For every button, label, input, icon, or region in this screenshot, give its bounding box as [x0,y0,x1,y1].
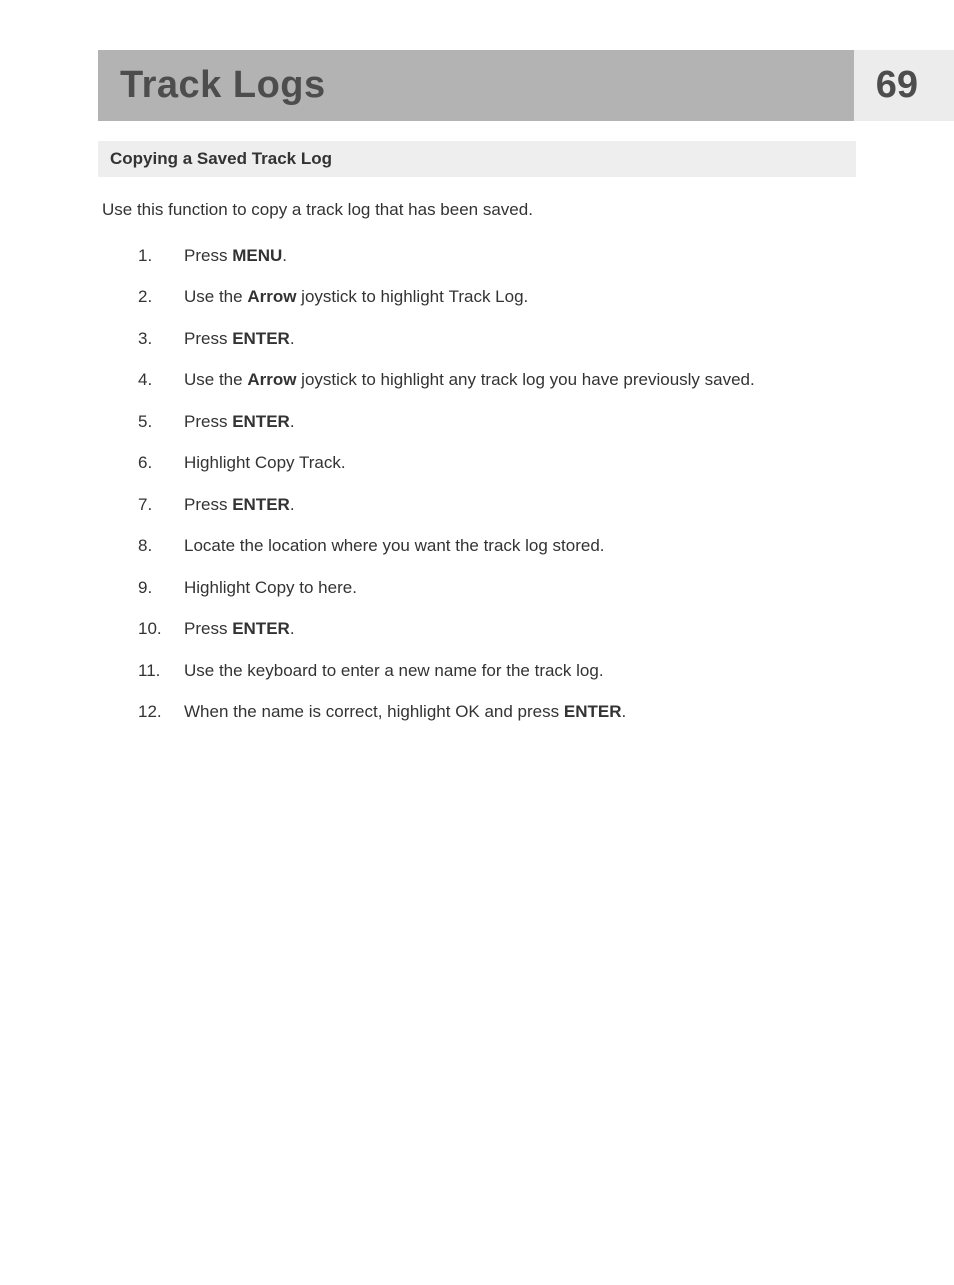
section-intro: Use this function to copy a track log th… [102,197,856,223]
step-item: 5.Press ENTER. [138,409,856,435]
step-number: 3. [138,326,184,352]
step-text-part: ENTER [232,412,290,431]
step-text-part: . [290,495,295,514]
step-text-part: Use the [184,287,247,306]
step-text-part: Press [184,495,232,514]
step-item: 1.Press MENU. [138,243,856,269]
step-text-part: . [341,453,346,472]
step-number: 7. [138,492,184,518]
step-text-part: Locate the location where you want the t… [184,536,605,555]
step-text-part: ENTER [232,619,290,638]
step-text-part: . [352,578,357,597]
step-text-part: Press [184,412,232,431]
step-text-part: joystick to highlight any track log you … [296,370,754,389]
step-text-part: ENTER [564,702,622,721]
step-text-part: Use the keyboard to enter a new name for… [184,661,604,680]
step-number: 9. [138,575,184,601]
step-text-part: OK [455,702,480,721]
step-text: Press ENTER. [184,326,856,352]
page-number: 69 [876,64,918,107]
step-number: 8. [138,533,184,559]
step-number: 12. [138,699,184,725]
step-text-part: Press [184,619,232,638]
step-text-part: Press [184,329,232,348]
steps-list: 1.Press MENU.2.Use the Arrow joystick to… [98,243,856,725]
step-text: Press ENTER. [184,616,856,642]
step-number: 11. [138,658,184,684]
step-text: Press MENU. [184,243,856,269]
step-text-part: . [621,702,626,721]
step-text-part: MENU [232,246,282,265]
step-text: Use the Arrow joystick to highlight Trac… [184,284,856,310]
step-text-part: ENTER [232,495,290,514]
step-item: 12.When the name is correct, highlight O… [138,699,856,725]
step-text-part: joystick to highlight [296,287,448,306]
step-item: 9.Highlight Copy to here. [138,575,856,601]
step-text-part: ENTER [232,329,290,348]
step-text: Press ENTER. [184,492,856,518]
step-number: 5. [138,409,184,435]
step-text-part: Highlight [184,578,255,597]
page-title: Track Logs [120,64,326,106]
step-text-part: Track Log [449,287,524,306]
step-item: 3.Press ENTER. [138,326,856,352]
step-text-part: . [524,287,529,306]
step-text: Press ENTER. [184,409,856,435]
section-heading: Copying a Saved Track Log [98,141,856,177]
step-text-part: . [290,619,295,638]
step-item: 7.Press ENTER. [138,492,856,518]
step-text-part: When the name is correct, highlight [184,702,455,721]
step-text-part: and press [480,702,564,721]
step-text: Highlight Copy to here. [184,575,856,601]
step-item: 11.Use the keyboard to enter a new name … [138,658,856,684]
step-item: 6.Highlight Copy Track. [138,450,856,476]
step-item: 10.Press ENTER. [138,616,856,642]
step-number: 4. [138,367,184,393]
step-number: 1. [138,243,184,269]
header-title-bar: Track Logs [98,50,854,121]
step-item: 4.Use the Arrow joystick to highlight an… [138,367,856,393]
step-text-part: Arrow [247,370,296,389]
step-text-part: Copy to here [255,578,352,597]
step-number: 2. [138,284,184,310]
step-text-part: Arrow [247,287,296,306]
section-heading-text: Copying a Saved Track Log [110,149,332,168]
document-page: Track Logs 69 Copying a Saved Track Log … [0,50,954,1285]
step-text-part: Press [184,246,232,265]
step-number: 6. [138,450,184,476]
step-text: Use the Arrow joystick to highlight any … [184,367,856,393]
step-text-part: . [290,329,295,348]
step-text: Use the keyboard to enter a new name for… [184,658,856,684]
step-text-part: Copy Track [255,453,341,472]
step-text: When the name is correct, highlight OK a… [184,699,856,725]
step-text-part: Use the [184,370,247,389]
step-item: 2.Use the Arrow joystick to highlight Tr… [138,284,856,310]
step-text: Locate the location where you want the t… [184,533,856,559]
step-text: Highlight Copy Track. [184,450,856,476]
step-number: 10. [138,616,184,642]
page-header: Track Logs 69 [0,50,954,121]
step-text-part: . [290,412,295,431]
step-text-part: . [282,246,287,265]
page-content: Copying a Saved Track Log Use this funct… [0,121,954,725]
step-item: 8.Locate the location where you want the… [138,533,856,559]
step-text-part: Highlight [184,453,255,472]
page-number-box: 69 [854,50,954,121]
